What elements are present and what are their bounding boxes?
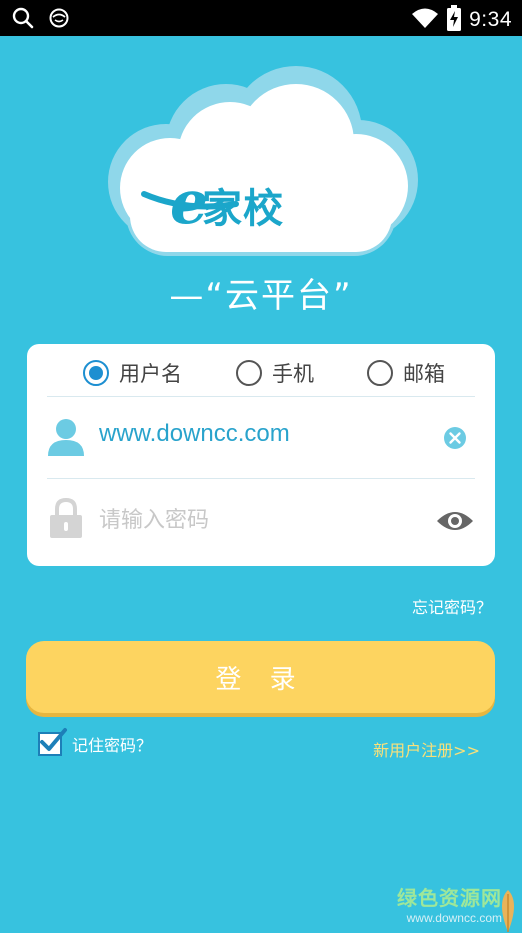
search-icon bbox=[12, 7, 34, 33]
radio-label: 用户名 bbox=[119, 362, 182, 386]
remember-checkbox[interactable] bbox=[38, 728, 67, 756]
remember-label: 记住密码？ bbox=[72, 736, 153, 755]
user-icon bbox=[47, 418, 85, 460]
radio-label: 手机 bbox=[272, 362, 314, 386]
divider bbox=[47, 478, 475, 479]
lock-icon bbox=[49, 497, 83, 542]
notification-app-icon bbox=[48, 7, 70, 33]
radio-username[interactable]: 用户名 bbox=[83, 358, 182, 388]
radio-button[interactable] bbox=[83, 360, 109, 386]
username-input[interactable]: www.downcc.com bbox=[99, 420, 290, 448]
radio-button[interactable] bbox=[236, 360, 262, 386]
password-field[interactable]: 请输入密码 bbox=[27, 480, 495, 560]
password-input[interactable]: 请输入密码 bbox=[99, 502, 209, 534]
watermark: 绿色资源网 www.downcc.com bbox=[397, 882, 502, 925]
divider bbox=[47, 396, 475, 397]
wifi-icon bbox=[411, 6, 439, 34]
remember-password[interactable]: 记住密码？ bbox=[38, 728, 153, 756]
clock-time: 9:34 bbox=[469, 8, 512, 31]
eye-icon[interactable] bbox=[436, 510, 474, 536]
status-bar: 9:34 bbox=[0, 0, 522, 36]
radio-email[interactable]: 邮箱 bbox=[367, 358, 445, 388]
brand-name: 家校 bbox=[202, 186, 284, 232]
clear-icon[interactable] bbox=[443, 426, 467, 454]
forgot-password-link[interactable]: 忘记密码？ bbox=[412, 594, 492, 618]
brand-letter: e bbox=[170, 168, 209, 238]
check-icon bbox=[40, 728, 67, 751]
slogan: —“云平台” bbox=[169, 276, 353, 316]
watermark-url: www.downcc.com bbox=[406, 911, 502, 925]
watermark-name: 绿色资源网 bbox=[397, 886, 502, 910]
login-card: 用户名 手机 邮箱 www.downcc.com 请输入密码 bbox=[27, 344, 495, 566]
username-field[interactable]: www.downcc.com bbox=[27, 398, 495, 478]
leaf-icon bbox=[494, 888, 522, 933]
radio-button[interactable] bbox=[367, 360, 393, 386]
battery-charging-icon bbox=[447, 5, 462, 35]
radio-label: 邮箱 bbox=[403, 362, 445, 386]
login-button[interactable]: 登 录 bbox=[26, 641, 495, 713]
login-type-selector: 用户名 手机 邮箱 bbox=[27, 344, 495, 396]
radio-phone[interactable]: 手机 bbox=[236, 358, 314, 388]
register-link[interactable]: 新用户注册>> bbox=[373, 737, 480, 761]
